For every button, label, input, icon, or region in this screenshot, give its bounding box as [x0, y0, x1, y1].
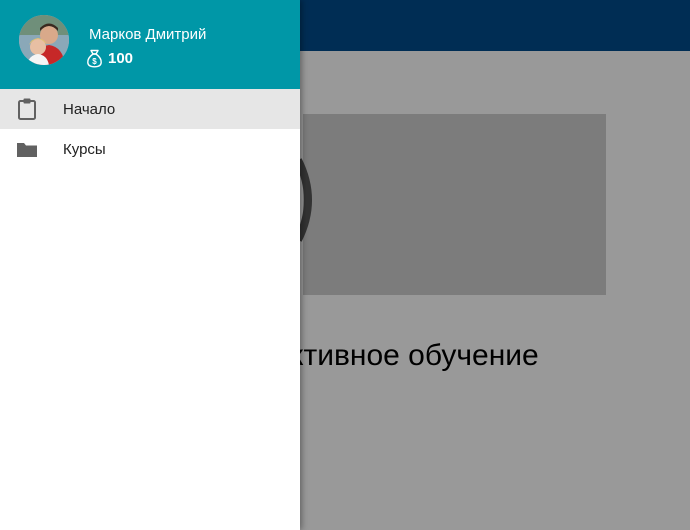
balance: $ 100 [86, 49, 133, 68]
avatar[interactable] [19, 15, 69, 65]
avatar-photo-icon [19, 15, 69, 65]
drawer-header: Марков Дмитрий $ 100 [0, 0, 300, 89]
nav-item-home[interactable]: Начало [0, 89, 300, 129]
svg-text:$: $ [92, 57, 97, 66]
navigation-drawer: Марков Дмитрий $ 100 Начало Курсы [0, 0, 300, 530]
money-bag-icon: $ [87, 49, 102, 68]
folder-icon [17, 143, 37, 157]
clipboard-icon [18, 98, 36, 120]
balance-value: 100 [108, 50, 134, 67]
nav-item-home-label: Начало [63, 101, 116, 118]
nav-item-courses[interactable]: Курсы [0, 129, 300, 169]
user-name: Марков Дмитрий [89, 26, 207, 43]
drawer-nav: Начало Курсы [0, 89, 300, 169]
nav-item-courses-label: Курсы [63, 141, 106, 158]
